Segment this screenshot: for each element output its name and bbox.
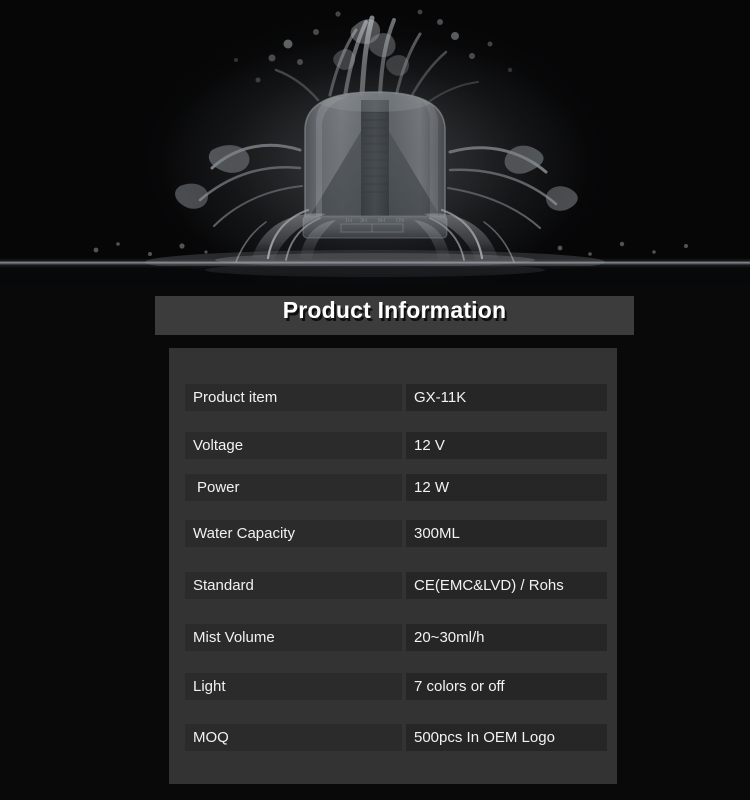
table-row: MOQ 500pcs In OEM Logo <box>169 724 617 751</box>
spec-value: CE(EMC&LVD) / Rohs <box>406 572 607 599</box>
page-title: Product Information <box>282 297 507 323</box>
spec-value: 500pcs In OEM Logo <box>406 724 607 751</box>
table-row: Voltage 12 V <box>169 432 617 459</box>
svg-text:ON: ON <box>396 218 404 224</box>
product-hero-image: 1H 3H 6H ON <box>0 0 750 285</box>
svg-text:3H: 3H <box>360 218 367 224</box>
table-row: Mist Volume 20~30ml/h <box>169 624 617 651</box>
spec-value: 12 W <box>406 474 607 501</box>
spec-label: Power <box>185 474 402 501</box>
table-row: Product item GX-11K <box>169 384 617 411</box>
waterline <box>0 261 750 265</box>
table-row: Power 12 W <box>169 474 617 501</box>
spec-label: Light <box>185 673 402 700</box>
table-row: Water Capacity 300ML <box>169 520 617 547</box>
table-row: Standard CE(EMC&LVD) / Rohs <box>169 572 617 599</box>
spec-value: 12 V <box>406 432 607 459</box>
table-row: Light 7 colors or off <box>169 673 617 700</box>
svg-text:6H: 6H <box>378 218 385 224</box>
specification-card: Product item GX-11K Voltage 12 V Power 1… <box>169 348 617 784</box>
spec-label: Standard <box>185 572 402 599</box>
spec-label: Mist Volume <box>185 624 402 651</box>
product-detail-page: 1H 3H 6H ON Product Information Product … <box>0 0 750 800</box>
spec-value: GX-11K <box>406 384 607 411</box>
spec-label: Water Capacity <box>185 520 402 547</box>
spec-label: MOQ <box>185 724 402 751</box>
spec-label: Product item <box>185 384 402 411</box>
svg-text:1H: 1H <box>345 218 352 224</box>
spec-value: 7 colors or off <box>406 673 607 700</box>
diffuser-water-splash-illustration: 1H 3H 6H ON <box>0 0 750 285</box>
spec-label: Voltage <box>185 432 402 459</box>
product-information-header: Product Information <box>155 296 634 335</box>
spec-value: 20~30ml/h <box>406 624 607 651</box>
spec-value: 300ML <box>406 520 607 547</box>
